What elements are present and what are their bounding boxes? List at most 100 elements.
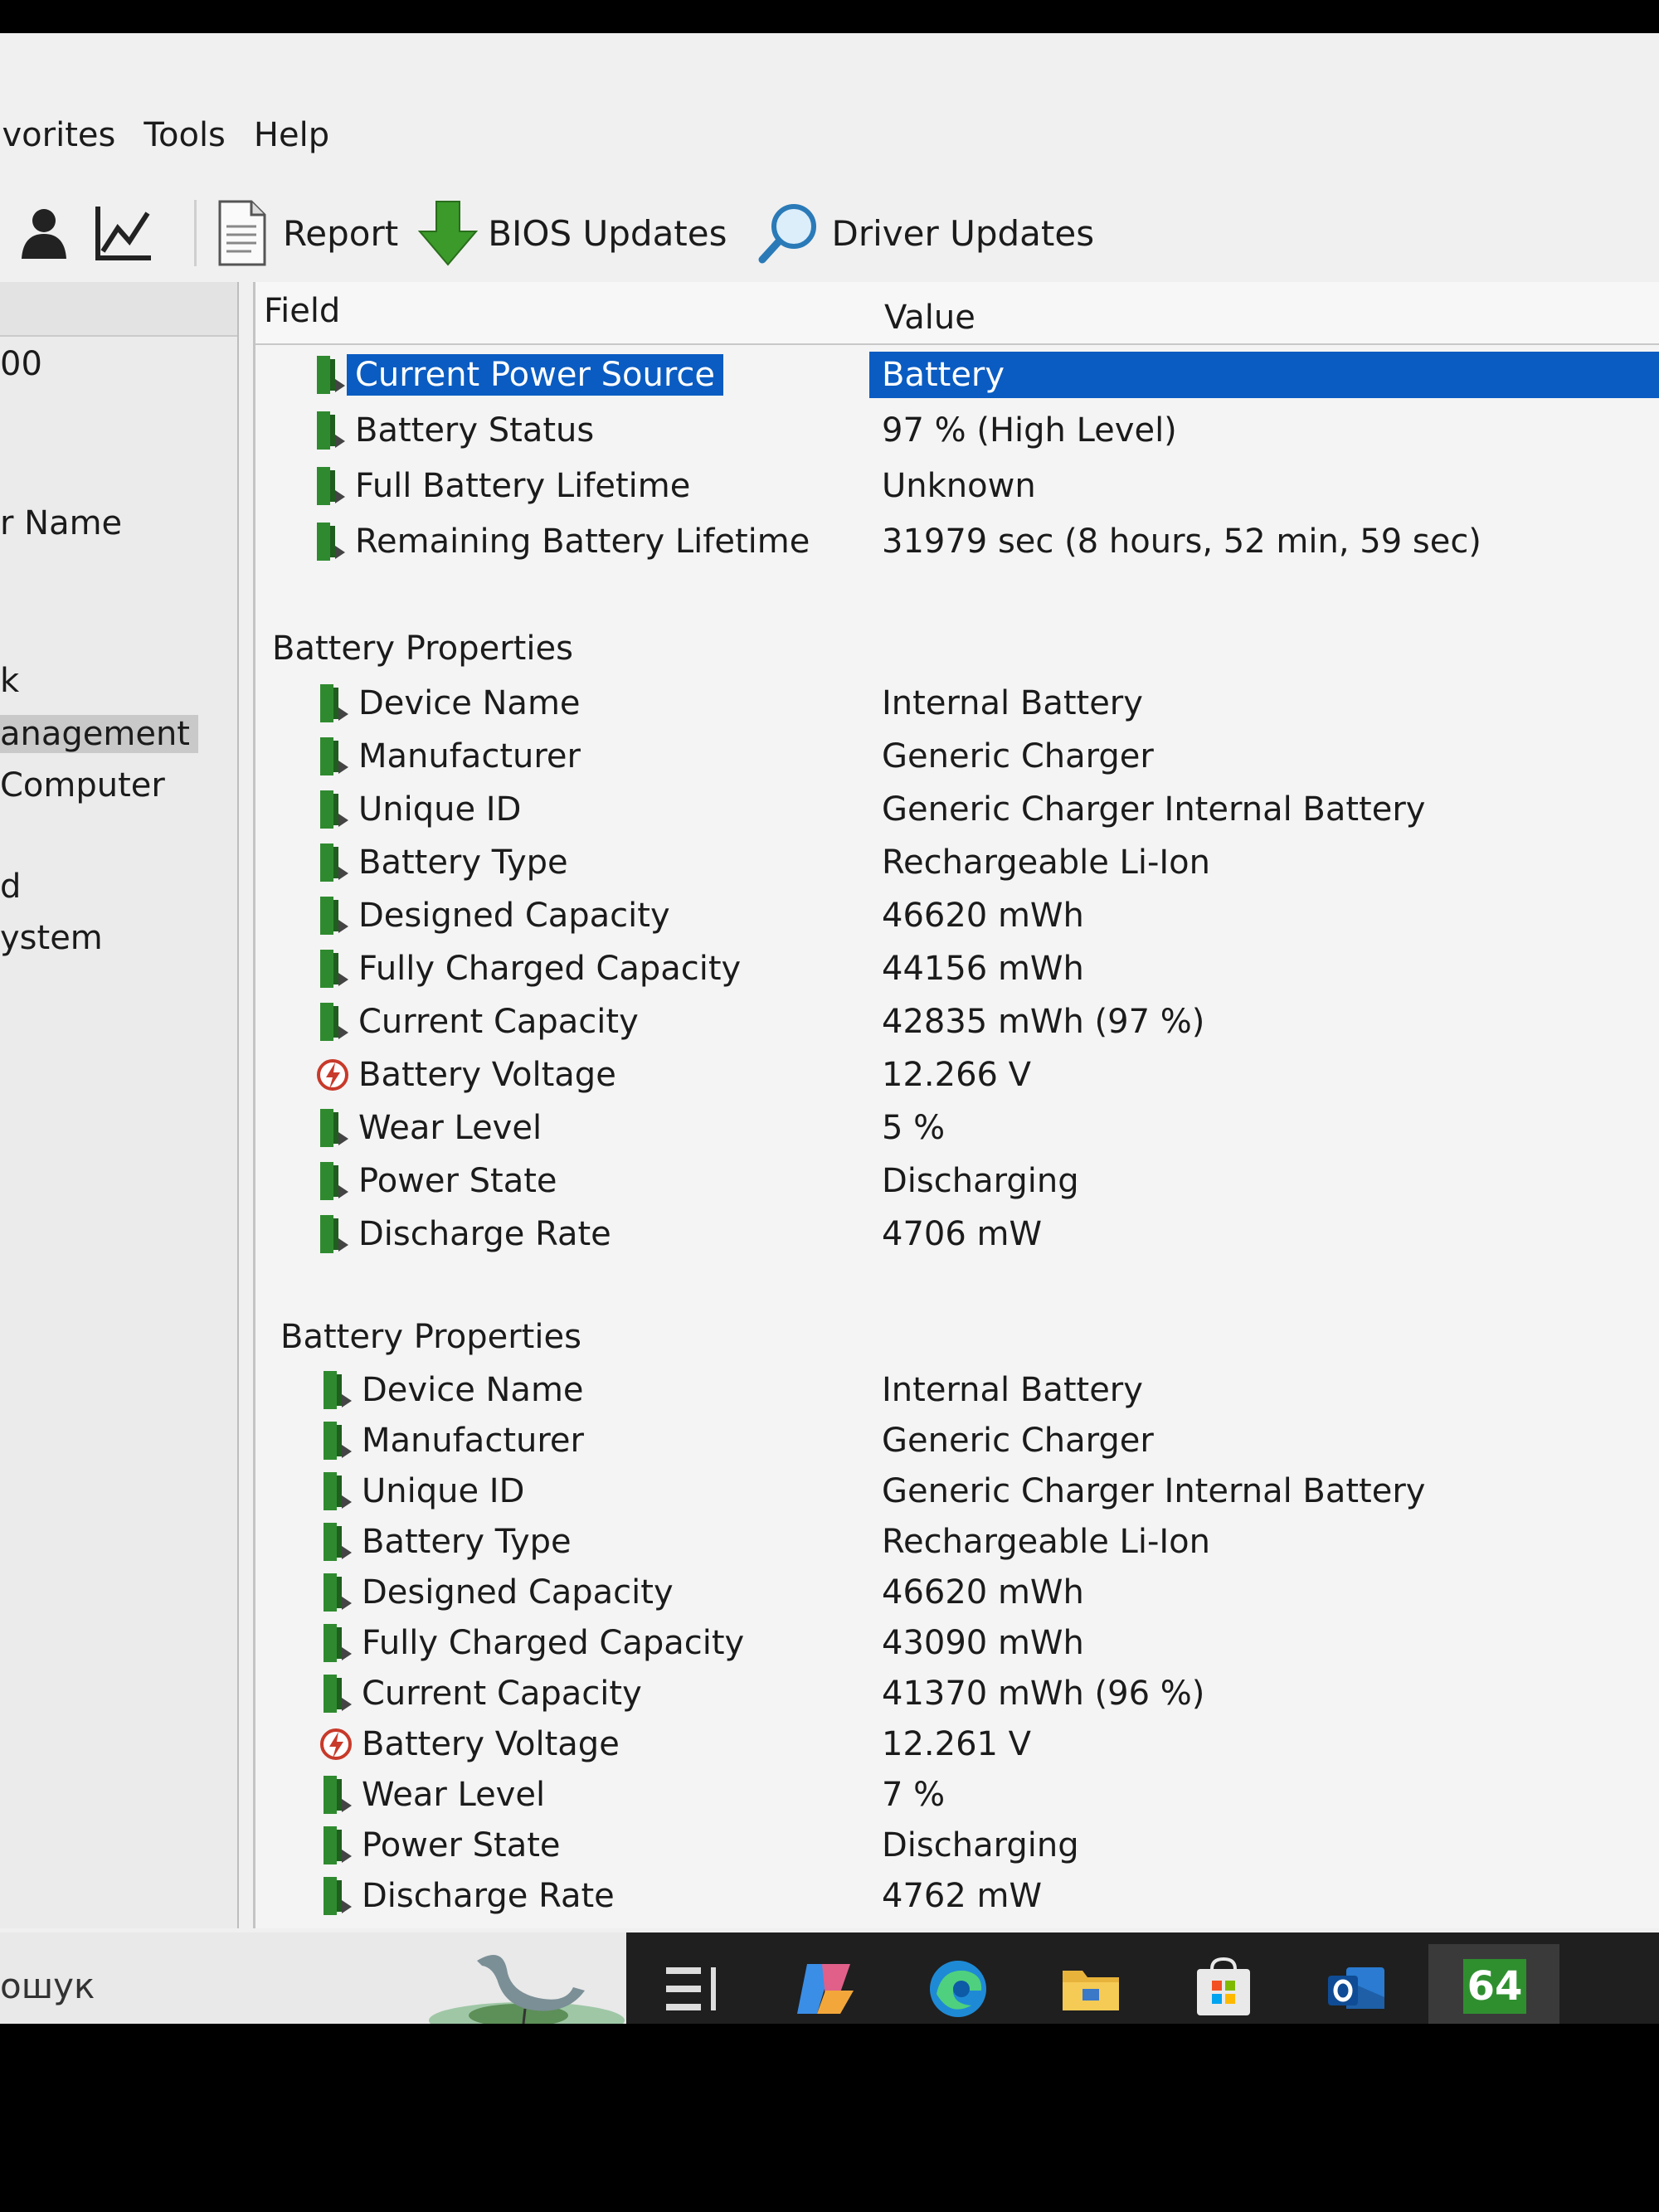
field-label: Battery Type — [362, 1523, 572, 1561]
list-row[interactable]: Fully Charged Capacity 44156 mWh — [255, 944, 1659, 994]
tree-item[interactable]: 00 — [0, 345, 42, 383]
battery-icon — [320, 684, 348, 722]
list-row[interactable]: Current Capacity 41370 mWh (96 %) — [255, 1669, 1659, 1719]
list-row-selected[interactable]: Current Power Source Battery — [255, 350, 1659, 400]
taskbar-search[interactable]: ошук — [0, 1932, 626, 2024]
value-cell: Generic Charger — [882, 737, 1154, 775]
battery-icon — [324, 1472, 352, 1510]
bios-updates-button[interactable]: BIOS Updates — [418, 200, 727, 266]
benchmark-button[interactable] — [93, 203, 153, 263]
field-cell: Battery Voltage — [315, 1050, 616, 1100]
field-cell: Fully Charged Capacity — [319, 1618, 744, 1668]
aida64-taskbar-button[interactable]: 64 — [1428, 1944, 1559, 2024]
field-label: Remaining Battery Lifetime — [355, 523, 810, 561]
battery-icon — [317, 411, 345, 450]
field-cell: Designed Capacity — [315, 891, 670, 941]
tree-item[interactable]: d — [0, 868, 21, 906]
field-label: Manufacturer — [362, 1422, 584, 1460]
list-row[interactable]: Discharge Rate 4706 mW — [255, 1209, 1659, 1259]
list-row[interactable]: Designed Capacity 46620 mWh — [255, 891, 1659, 941]
report-button[interactable]: Report — [218, 200, 398, 266]
value-cell: Unknown — [882, 467, 1036, 505]
tree-pane-header — [0, 282, 237, 337]
edge-browser-icon[interactable] — [925, 1956, 991, 2022]
list-row[interactable]: Wear Level 7 % — [255, 1770, 1659, 1820]
tree-item[interactable]: r Name — [0, 504, 122, 542]
column-header-value[interactable]: Value — [884, 299, 975, 337]
field-label: Full Battery Lifetime — [355, 467, 691, 505]
group-header-battery-properties[interactable]: Battery Properties — [280, 1312, 581, 1362]
list-row[interactable]: Device Name Internal Battery — [255, 1365, 1659, 1415]
list-row[interactable]: Battery Voltage 12.266 V — [255, 1050, 1659, 1100]
driver-updates-button[interactable]: Driver Updates — [757, 202, 1094, 265]
menu-tools[interactable]: Tools — [144, 116, 226, 154]
list-row[interactable]: Discharge Rate 4762 mW — [255, 1871, 1659, 1921]
field-cell: Wear Level — [315, 1103, 542, 1153]
field-cell: Discharge Rate — [319, 1871, 615, 1921]
value-cell: 12.266 V — [882, 1056, 1032, 1094]
tree-item[interactable]: Computer — [0, 766, 165, 805]
battery-icon — [320, 1003, 348, 1041]
list-row[interactable]: Manufacturer Generic Charger — [255, 732, 1659, 781]
microsoft-store-icon[interactable] — [1190, 1956, 1257, 2022]
list-row[interactable]: Power State Discharging — [255, 1821, 1659, 1870]
voltage-icon — [320, 1728, 352, 1760]
list-row[interactable]: Unique ID Generic Charger Internal Batter… — [255, 785, 1659, 834]
tree-item[interactable]: k — [0, 662, 19, 700]
field-label: Battery Voltage — [358, 1056, 616, 1094]
battery-icon — [324, 1371, 352, 1409]
bios-updates-label: BIOS Updates — [488, 212, 727, 254]
battery-icon — [320, 950, 348, 988]
value-cell: Generic Charger — [882, 1422, 1154, 1460]
list-row[interactable]: Battery Voltage 12.261 V — [255, 1719, 1659, 1769]
value-cell: Discharging — [882, 1162, 1079, 1200]
menu-bar: avorites Tools Help — [0, 106, 358, 164]
field-label: Wear Level — [358, 1109, 542, 1147]
menu-help[interactable]: Help — [254, 116, 329, 154]
field-cell: Discharge Rate — [315, 1209, 611, 1259]
task-view-icon[interactable] — [659, 1956, 726, 2022]
battery-icon — [320, 1109, 348, 1147]
menu-favorites[interactable]: avorites — [0, 116, 115, 154]
list-row[interactable]: Unique ID Generic Charger Internal Batter… — [255, 1466, 1659, 1516]
list-row[interactable]: Manufacturer Generic Charger — [255, 1416, 1659, 1466]
column-header-field[interactable]: Field — [264, 292, 340, 330]
list-row[interactable]: Battery Status 97 % (High Level) — [255, 406, 1659, 455]
tree-item[interactable]: ystem — [0, 919, 103, 957]
value-cell: 46620 mWh — [882, 897, 1084, 935]
field-cell: Current Capacity — [319, 1669, 642, 1719]
field-cell: Power State — [315, 1156, 557, 1206]
list-row[interactable]: Current Capacity 42835 mWh (97 %) — [255, 997, 1659, 1047]
list-row[interactable]: Battery Type Rechargeable Li-Ion — [255, 1517, 1659, 1567]
group-header-battery-properties[interactable]: Battery Properties — [272, 624, 573, 673]
value-cell: 12.261 V — [882, 1725, 1032, 1763]
file-explorer-icon[interactable] — [1058, 1956, 1124, 2022]
field-cell: Wear Level — [319, 1770, 545, 1820]
toolbar: Report BIOS Updates Driver Updates — [0, 187, 1659, 279]
user-button[interactable] — [15, 204, 73, 262]
list-row[interactable]: Remaining Battery Lifetime 31979 sec (8 h… — [255, 517, 1659, 566]
outlook-icon[interactable] — [1323, 1956, 1389, 2022]
field-label: Current Capacity — [362, 1675, 642, 1713]
field-cell: Manufacturer — [315, 732, 581, 781]
battery-icon — [324, 1523, 352, 1561]
list-row[interactable]: Battery Type Rechargeable Li-Ion — [255, 838, 1659, 887]
field-label: Current Capacity — [358, 1003, 639, 1041]
voltage-icon — [317, 1059, 348, 1091]
field-label: Device Name — [358, 684, 581, 722]
tree-item-selected[interactable]: anagement — [0, 715, 198, 753]
value-cell: Generic Charger Internal Battery — [882, 790, 1426, 829]
copilot-icon[interactable] — [792, 1956, 859, 2022]
field-cell: Device Name — [315, 678, 581, 728]
battery-icon — [324, 1573, 352, 1612]
screen: avorites Tools Help — [0, 33, 1659, 2024]
list-row[interactable]: Fully Charged Capacity 43090 mWh — [255, 1618, 1659, 1668]
list-row[interactable]: Wear Level 5 % — [255, 1103, 1659, 1153]
list-row[interactable]: Full Battery Lifetime Unknown — [255, 461, 1659, 511]
list-row[interactable]: Power State Discharging — [255, 1156, 1659, 1206]
field-cell: Full Battery Lifetime — [312, 461, 690, 511]
list-header: Field Value — [255, 282, 1659, 345]
field-label: Power State — [362, 1826, 561, 1864]
list-row[interactable]: Designed Capacity 46620 mWh — [255, 1568, 1659, 1617]
list-row[interactable]: Device Name Internal Battery — [255, 678, 1659, 728]
